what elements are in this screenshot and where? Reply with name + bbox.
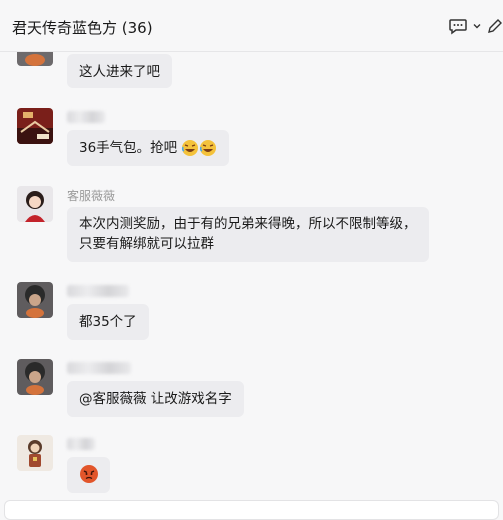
avatar[interactable] xyxy=(17,282,53,318)
message-bubble[interactable]: 36手气包。抢吧 xyxy=(67,130,230,166)
sender-name: 客服薇薇 xyxy=(67,189,116,203)
message-bubble[interactable]: 都35个了 xyxy=(67,304,149,340)
avatar[interactable] xyxy=(17,52,53,66)
message-text: @客服薇薇 让改游戏名字 xyxy=(79,391,232,407)
avatar[interactable] xyxy=(17,108,53,144)
angry-face-emoji-icon xyxy=(80,465,98,483)
laughing-emoji-icon xyxy=(182,140,199,156)
message-list[interactable]: 这人进来了吧 36手气包。抢吧 客服薇薇 本次内测奖励，由于有的兄弟来得晚，所以… xyxy=(0,52,503,510)
message-bubble[interactable] xyxy=(67,457,110,493)
message-text-line: 本次内测奖励，由于有的兄弟来得晚，所以不限制等级， xyxy=(79,216,417,232)
message-bubble[interactable]: 本次内测奖励，由于有的兄弟来得晚，所以不限制等级， 只要有解绑就可以拉群 xyxy=(67,207,429,262)
message-text-line: 只要有解绑就可以拉群 xyxy=(79,236,214,252)
avatar[interactable] xyxy=(17,435,53,471)
chat-bubble-icon[interactable] xyxy=(448,16,468,36)
message-bubble[interactable]: 这人进来了吧 xyxy=(67,54,172,88)
sender-name xyxy=(67,438,95,450)
sender-name xyxy=(67,285,129,297)
avatar[interactable] xyxy=(17,186,53,222)
chat-header: 君天传奇蓝色方 (36) xyxy=(0,0,503,52)
message-text: 这人进来了吧 xyxy=(79,64,160,80)
message-bubble[interactable]: @客服薇薇 让改游戏名字 xyxy=(67,381,244,417)
header-actions xyxy=(448,16,503,36)
sender-name xyxy=(67,362,131,374)
chevron-down-icon[interactable] xyxy=(472,21,482,31)
edit-icon[interactable] xyxy=(486,17,503,35)
message-input[interactable] xyxy=(4,500,499,520)
message-text: 都35个了 xyxy=(79,314,137,330)
message-text: 36手气包。抢吧 xyxy=(79,140,178,156)
avatar[interactable] xyxy=(17,359,53,395)
laughing-emoji-icon xyxy=(200,140,217,156)
group-title: 君天传奇蓝色方 (36) xyxy=(12,19,153,37)
sender-name xyxy=(67,111,105,123)
